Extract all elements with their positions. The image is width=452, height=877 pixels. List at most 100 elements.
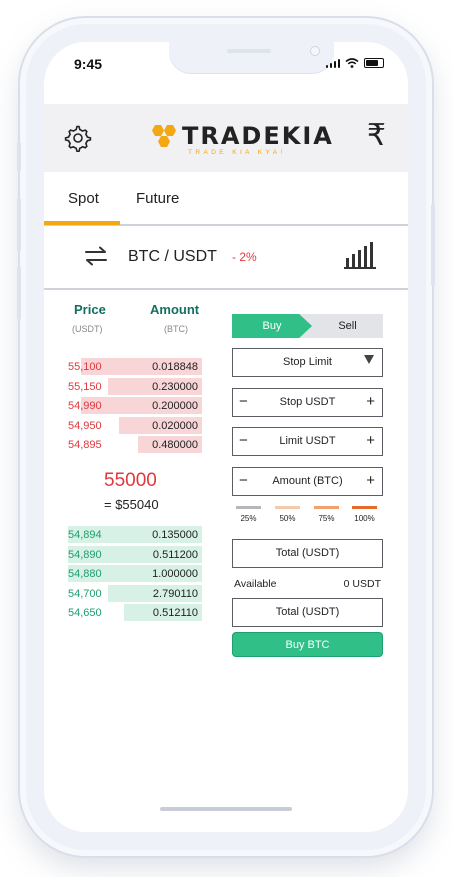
row-price: 54,650 (68, 607, 102, 619)
total-field-2[interactable]: Total (USDT) (232, 598, 383, 627)
stop-price-label: Stop USDT (279, 396, 336, 408)
row-amount: 0.018848 (152, 361, 198, 373)
battery-icon (364, 58, 384, 68)
amount-header: Amount (150, 302, 200, 317)
swap-arrows-icon[interactable] (84, 246, 108, 266)
percent-bar (275, 506, 300, 509)
tab-future[interactable]: Future (136, 190, 179, 207)
row-price: 54,895 (68, 439, 102, 451)
last-price-usd: = $55040 (104, 497, 159, 512)
percent-bar (236, 506, 261, 509)
price-unit: (USDT) (72, 324, 103, 334)
plus-button[interactable]: + (366, 393, 375, 410)
percent-bar (352, 506, 377, 509)
total-label-2: Total (USDT) (275, 606, 340, 618)
gear-icon[interactable] (64, 124, 92, 152)
row-amount: 0.480000 (152, 439, 198, 451)
row-price: 54,894 (68, 529, 102, 541)
amount-stepper[interactable]: − Amount (BTC) + (232, 467, 383, 496)
status-time: 9:45 (74, 56, 103, 72)
row-amount: 0.200000 (152, 400, 198, 412)
row-amount: 0.135000 (152, 529, 198, 541)
percent-25-button[interactable]: 25% (236, 506, 261, 523)
active-tab-indicator (44, 221, 120, 225)
percent-label: 75% (318, 514, 335, 523)
front-camera (310, 46, 320, 56)
logo-hexagons-icon (152, 125, 176, 147)
ask-row[interactable]: 54,990 0.200000 (68, 397, 202, 414)
percent-50-button[interactable]: 50% (275, 506, 300, 523)
percent-label: 100% (354, 514, 375, 523)
last-price: 55000 (104, 470, 157, 491)
row-amount: 2.790110 (152, 587, 198, 600)
phone-side-button (17, 142, 21, 172)
app-header: TRADEKIA TRADE KIA KYA! ₹ (44, 104, 408, 172)
speaker-grille (227, 49, 271, 53)
ask-row[interactable]: 54,895 0.480000 (68, 436, 202, 453)
tab-spot[interactable]: Spot (68, 190, 99, 207)
row-price: 54,890 (68, 548, 102, 561)
amount-unit: (BTC) (164, 324, 188, 334)
bid-row[interactable]: 54,880 1.000000 (68, 565, 202, 582)
dropdown-caret-icon (364, 355, 374, 364)
stop-price-stepper[interactable]: − Stop USDT + (232, 388, 383, 417)
trading-pair[interactable]: BTC / USDT (128, 248, 217, 266)
logo-text: TRADEKIA (182, 122, 334, 150)
app-screen: 9:45 TRADEKIA TRADE KIA KYA! ₹ Spot Futu… (44, 42, 408, 832)
row-price: 55,100 (68, 361, 102, 373)
row-price: 54,950 (68, 419, 102, 432)
bid-row[interactable]: 54,700 2.790110 (68, 584, 202, 602)
home-indicator[interactable] (160, 807, 292, 811)
signal-icon (325, 59, 340, 68)
logo-tagline: TRADE KIA KYA! (188, 149, 286, 156)
limit-price-label: Limit USDT (279, 435, 336, 447)
percent-bar (314, 506, 339, 509)
amount-label: Amount (BTC) (272, 475, 343, 487)
percent-label: 50% (279, 514, 296, 523)
row-amount: 1.000000 (152, 568, 198, 580)
ask-row[interactable]: 55,100 0.018848 (68, 358, 202, 375)
buy-tab[interactable]: Buy (232, 314, 312, 338)
ask-row[interactable]: 55,150 0.230000 (68, 377, 202, 395)
row-amount: 0.511200 (152, 548, 198, 561)
bar-chart-icon[interactable] (344, 240, 378, 270)
total-label: Total (USDT) (275, 547, 340, 559)
buy-sell-toggle: Buy Sell (232, 314, 383, 338)
available-value: 0 USDT (343, 578, 381, 590)
phone-side-button (17, 198, 21, 252)
bid-row[interactable]: 54,894 0.135000 (68, 526, 202, 543)
row-price: 54,990 (68, 400, 102, 412)
percent-75-button[interactable]: 75% (314, 506, 339, 523)
price-header: Price (74, 302, 106, 317)
currency-rupee-icon[interactable]: ₹ (367, 118, 386, 153)
percent-100-button[interactable]: 100% (352, 506, 377, 523)
limit-price-stepper[interactable]: − Limit USDT + (232, 427, 383, 456)
order-type-select[interactable]: Stop Limit (232, 348, 383, 377)
pair-bar: BTC / USDT - 2% (44, 226, 408, 290)
wifi-icon (345, 58, 359, 68)
market-tabs: Spot Future (44, 174, 408, 226)
total-field[interactable]: Total (USDT) (232, 539, 383, 568)
phone-side-button (17, 266, 21, 320)
row-amount: 0.230000 (152, 380, 198, 393)
available-label: Available (234, 578, 277, 590)
row-amount: 0.020000 (152, 419, 198, 432)
price-change: - 2% (232, 250, 257, 264)
phone-notch (169, 42, 334, 74)
row-amount: 0.512110 (152, 607, 198, 619)
order-type-value: Stop Limit (283, 356, 332, 368)
phone-side-button (431, 204, 435, 286)
percent-label: 25% (240, 514, 257, 523)
bid-row[interactable]: 54,890 0.511200 (68, 545, 202, 563)
sell-tab[interactable]: Sell (312, 314, 383, 338)
status-icons (325, 58, 384, 68)
row-price: 54,880 (68, 568, 102, 580)
row-price: 54,700 (68, 587, 102, 600)
buy-btc-button[interactable]: Buy BTC (232, 632, 383, 657)
row-price: 55,150 (68, 380, 102, 393)
tradekia-logo: TRADEKIA TRADE KIA KYA! (148, 122, 332, 161)
bid-row[interactable]: 54,650 0.512110 (68, 604, 202, 621)
ask-row[interactable]: 54,950 0.020000 (68, 416, 202, 434)
plus-button[interactable]: + (366, 432, 375, 449)
plus-button[interactable]: + (366, 472, 375, 489)
